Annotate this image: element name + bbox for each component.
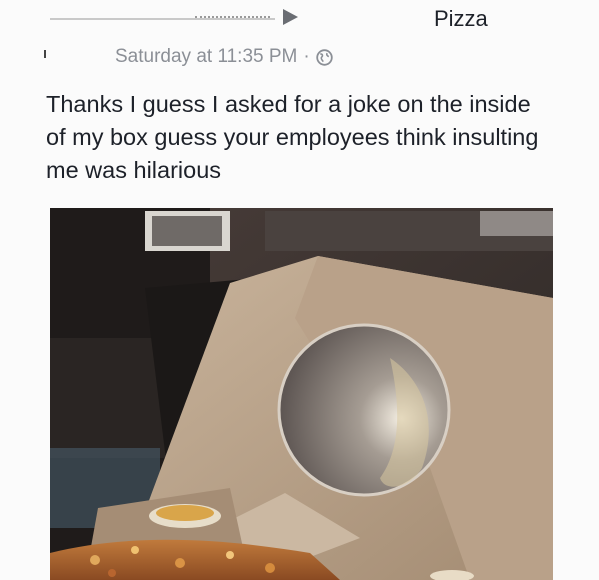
facebook-post: Pizza Saturday at 11:35 PM · Thanks I gu… [0, 0, 599, 580]
redacted-author-dots [195, 12, 270, 18]
shared-to-arrow-icon [283, 9, 298, 25]
pizza-box-photo[interactable] [50, 208, 553, 580]
avatar[interactable] [44, 50, 46, 58]
post-body-text: Thanks I guess I asked for a joke on the… [46, 91, 539, 183]
post-timestamp[interactable]: Saturday at 11:35 PM [115, 46, 297, 68]
page-name-link[interactable]: Pizza [434, 6, 488, 32]
globe-icon[interactable] [316, 48, 333, 66]
meta-separator: · [303, 46, 310, 67]
post-meta: Saturday at 11:35 PM · [115, 44, 333, 70]
